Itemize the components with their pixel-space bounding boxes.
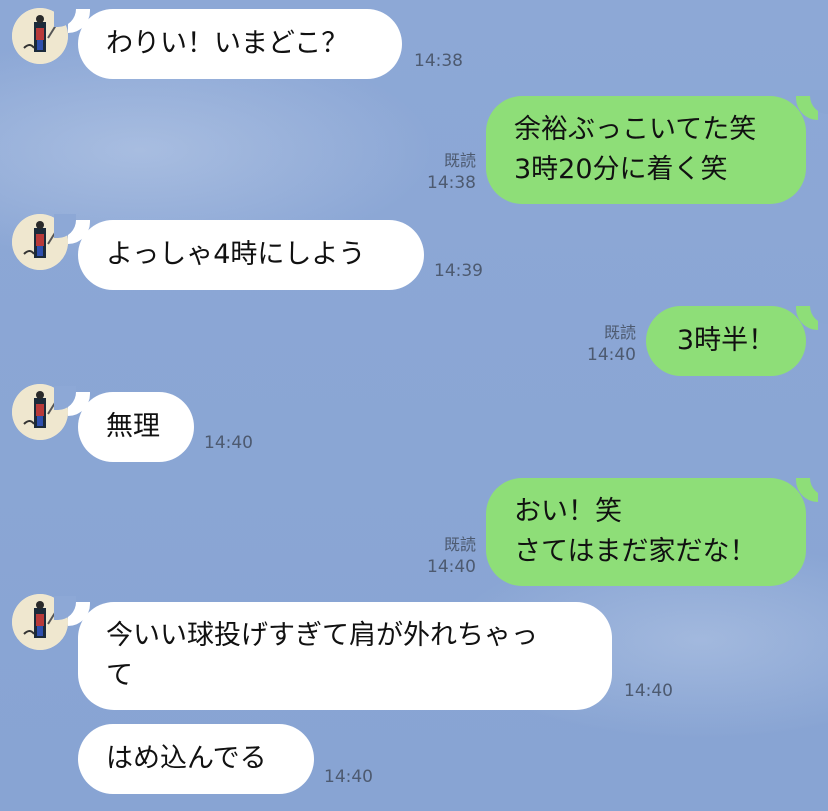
- message-bubble-outgoing[interactable]: 余裕ぶっこいてた笑 3時20分に着く笑: [486, 96, 806, 204]
- message-bubble-incoming[interactable]: はめ込んでる: [78, 724, 314, 794]
- message-meta: 既読 14:40: [568, 322, 636, 366]
- message-meta: 既読 14:38: [408, 150, 476, 194]
- message-bubble-incoming[interactable]: よっしゃ4時にしよう: [78, 220, 424, 290]
- message-text: はめ込んでる: [106, 743, 267, 774]
- read-receipt: 既読: [443, 535, 476, 554]
- message-text: 余裕ぶっこいてた笑 3時20分に着く笑: [514, 114, 757, 185]
- message-bubble-outgoing[interactable]: おい！笑 さてはまだ家だな！: [486, 478, 806, 586]
- message-time: 14:39: [434, 261, 483, 281]
- message-time: 14:40: [204, 433, 253, 453]
- message-bubble-outgoing[interactable]: 3時半！: [646, 306, 806, 376]
- message-text: わりい！いまどこ？: [106, 28, 349, 59]
- read-receipt: 既読: [603, 323, 636, 342]
- message-time: 14:38: [427, 173, 476, 193]
- message-text: おい！笑 さてはまだ家だな！: [514, 496, 757, 567]
- message-bubble-incoming[interactable]: わりい！いまどこ？: [78, 9, 402, 79]
- message-text: 今いい球投げすぎて肩が外れちゃっ て: [106, 620, 538, 691]
- read-receipt: 既読: [443, 151, 476, 170]
- message-time: 14:40: [624, 681, 673, 701]
- message-bubble-incoming[interactable]: 無理: [78, 392, 194, 462]
- message-text: 無理: [106, 411, 160, 442]
- message-time: 14:40: [324, 767, 373, 787]
- message-time: 14:38: [414, 51, 463, 71]
- message-time: 14:40: [427, 557, 476, 577]
- message-time: 14:40: [587, 345, 636, 365]
- message-text: よっしゃ4時にしよう: [106, 239, 366, 270]
- message-text: 3時半！: [676, 325, 776, 356]
- message-meta: 既読 14:40: [408, 534, 476, 578]
- message-bubble-incoming[interactable]: 今いい球投げすぎて肩が外れちゃっ て: [78, 602, 612, 710]
